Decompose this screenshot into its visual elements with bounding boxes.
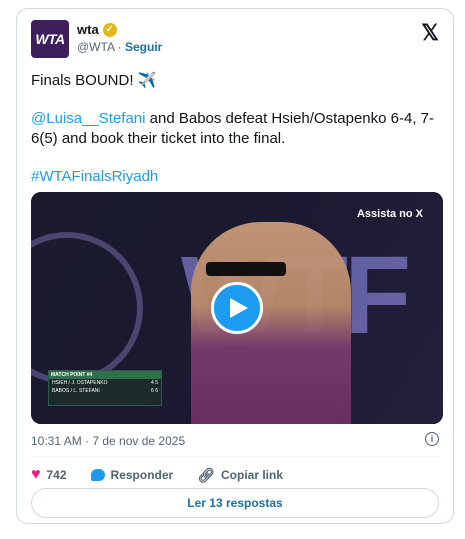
game-score: 5 bbox=[155, 380, 158, 386]
set-score: 4 bbox=[151, 380, 154, 386]
scoreboard-title: MATCH POINT #4 bbox=[49, 371, 161, 379]
team-name: HSIEH / J. OSTAPENKO bbox=[52, 380, 108, 386]
like-count: 742 bbox=[46, 468, 67, 482]
handle-row: @WTA · Seguir bbox=[77, 40, 162, 54]
verified-badge-icon: ✓ bbox=[102, 22, 117, 37]
game-score: 6 bbox=[155, 388, 158, 394]
tweet-header: WTA wta ✓ @WTA · Seguir 𝕏 bbox=[31, 20, 439, 60]
team-name: BABOS / L. STEFANI bbox=[52, 388, 100, 394]
set-score: 6 bbox=[151, 388, 154, 394]
mention-link[interactable]: @Luisa__Stefani bbox=[31, 110, 145, 127]
tweet-body: @Luisa__Stefani and Babos defeat Hsieh/O… bbox=[31, 109, 443, 149]
scoreboard-row: BABOS / L. STEFANI 6 6 bbox=[49, 387, 161, 395]
author-row: wta ✓ bbox=[77, 22, 117, 37]
author-handle[interactable]: @WTA bbox=[77, 40, 114, 54]
avatar[interactable]: WTA bbox=[31, 20, 69, 58]
play-button[interactable] bbox=[211, 282, 263, 334]
x-logo-icon[interactable]: 𝕏 bbox=[421, 20, 439, 46]
author-name[interactable]: wta bbox=[77, 22, 99, 37]
read-replies-button[interactable]: Ler 13 respostas bbox=[31, 488, 439, 518]
scoreboard: MATCH POINT #4 HSIEH / J. OSTAPENKO 4 5 … bbox=[48, 370, 162, 406]
heart-icon: ♥ bbox=[31, 466, 41, 483]
watch-on-x-label[interactable]: Assista no X bbox=[357, 208, 423, 220]
play-icon bbox=[230, 298, 248, 318]
tweet-text: Finals BOUND! ✈️ @Luisa__Stefani and Bab… bbox=[31, 71, 443, 205]
reply-label: Responder bbox=[110, 468, 174, 482]
video-media[interactable]: WTF Assista no X MATCH POINT #4 HSIEH / … bbox=[31, 192, 443, 424]
link-icon: 🔗︎ bbox=[197, 466, 215, 483]
tweet-line-1: Finals BOUND! ✈️ bbox=[31, 72, 157, 89]
divider bbox=[31, 456, 439, 457]
hashtag-link[interactable]: #WTAFinalsRiyadh bbox=[31, 168, 158, 185]
follow-button[interactable]: Seguir bbox=[125, 40, 162, 54]
headband-graphic bbox=[206, 262, 286, 276]
copy-link-label: Copiar link bbox=[221, 468, 284, 482]
separator: · bbox=[117, 40, 122, 54]
action-bar: ♥ 742 Responder 🔗︎ Copiar link bbox=[31, 466, 439, 484]
reply-bubble-icon bbox=[90, 469, 105, 481]
info-icon[interactable]: i bbox=[425, 432, 439, 446]
scoreboard-row: HSIEH / J. OSTAPENKO 4 5 bbox=[49, 379, 161, 387]
reply-button[interactable]: Responder bbox=[90, 468, 174, 482]
like-button[interactable]: ♥ 742 bbox=[31, 466, 67, 484]
copy-link-button[interactable]: 🔗︎ Copiar link bbox=[197, 467, 283, 484]
tweet-card[interactable]: WTA wta ✓ @WTA · Seguir 𝕏 Finals BOUND! … bbox=[16, 8, 454, 524]
tweet-timestamp[interactable]: 10:31 AM · 7 de nov de 2025 bbox=[31, 434, 185, 448]
